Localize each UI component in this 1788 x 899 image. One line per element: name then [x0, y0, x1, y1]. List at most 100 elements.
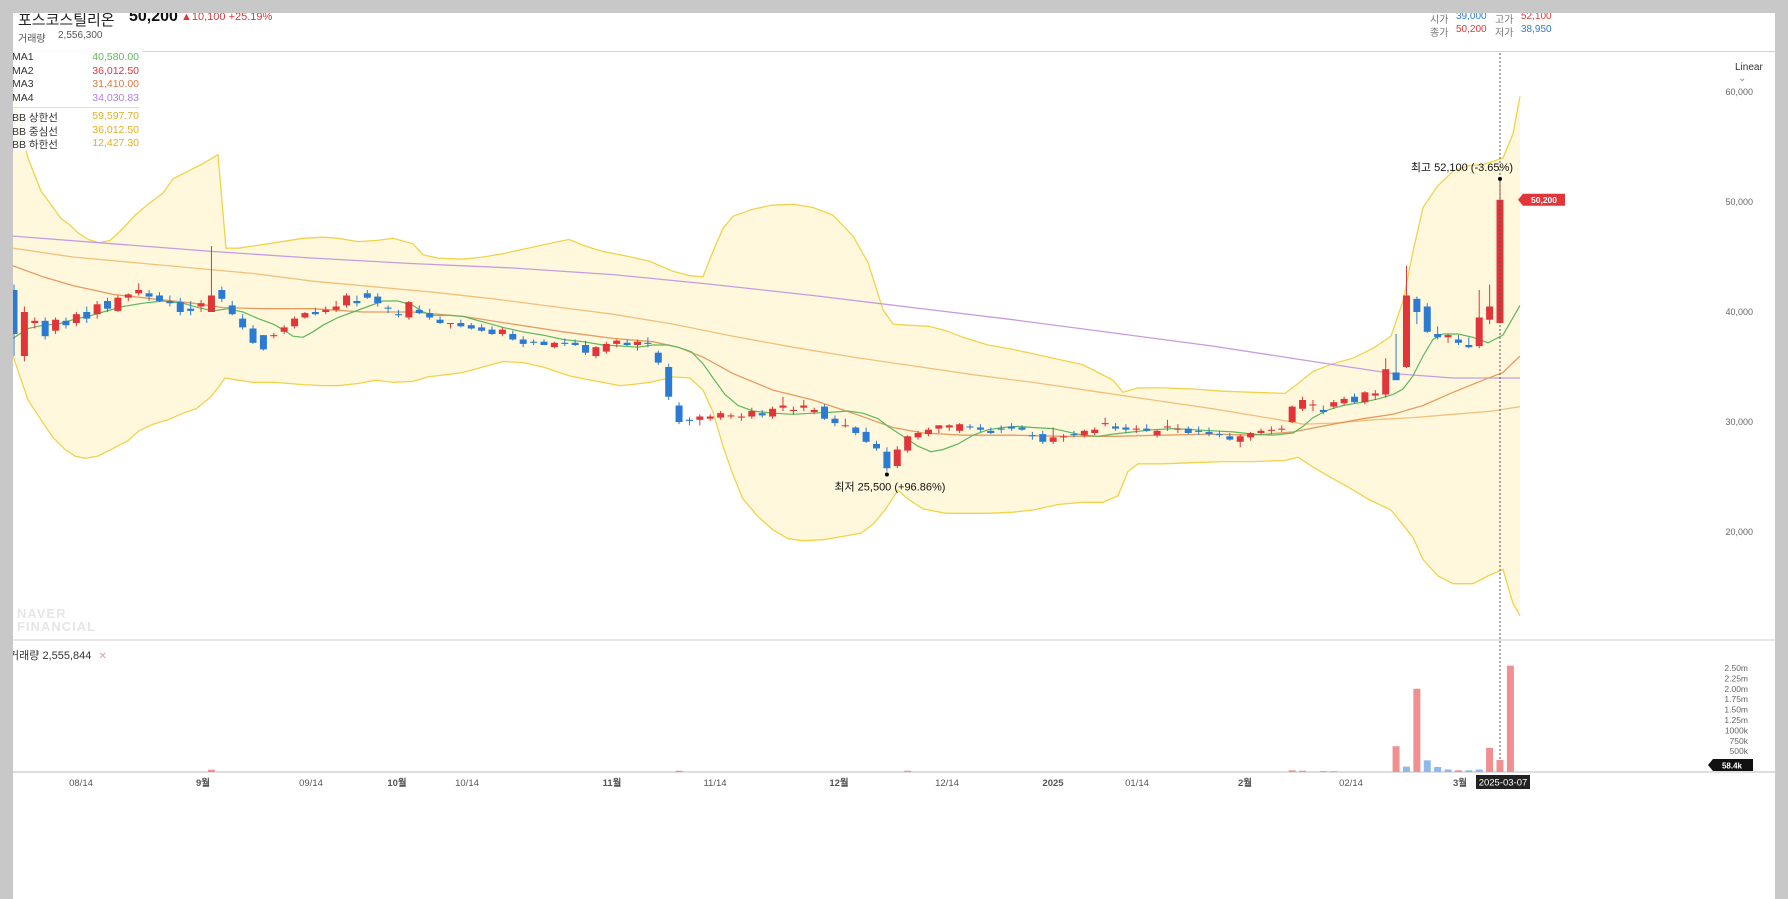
candle — [197, 303, 205, 307]
candle — [155, 295, 163, 301]
candle — [592, 347, 600, 356]
candle — [675, 405, 683, 422]
candle — [1351, 396, 1359, 403]
candle — [810, 409, 818, 413]
candle — [831, 418, 839, 424]
candle — [1278, 428, 1286, 430]
x-axis-label: 2025 — [1042, 778, 1064, 789]
candle — [841, 425, 849, 427]
candle — [519, 339, 527, 344]
chart-frame: 포스코스틸리온 50,200 ▲10,100 +25.19% 거래량 2,556… — [13, 13, 1775, 899]
volume-panel-title: 거래량 2,555,844 ✕ — [13, 647, 107, 663]
candle — [72, 314, 80, 323]
legend-bb-middle: BB 중심선 36,012.50 — [13, 123, 139, 138]
candle — [1143, 428, 1151, 431]
legend-ma2: MA2 36,012.50 — [13, 64, 139, 77]
candle — [363, 293, 371, 298]
price-tick-label: 50,000 — [1725, 197, 1753, 207]
candle — [332, 306, 340, 310]
chevron-down-icon: ⌄ — [1738, 73, 1747, 84]
candle — [124, 294, 132, 298]
price-chart[interactable]: 최고 52,100 (-3.65%) 최저 25,500 (+96.86%) 20,… — [13, 13, 1775, 899]
candle — [893, 449, 901, 466]
candle — [1028, 435, 1036, 437]
candle — [1205, 431, 1213, 435]
candle — [945, 425, 953, 428]
volume-bar — [1299, 770, 1307, 772]
candle — [1236, 436, 1244, 442]
candle — [1215, 434, 1223, 436]
candle — [1361, 392, 1369, 403]
candle — [1371, 393, 1379, 396]
candle — [1454, 339, 1462, 343]
candle — [800, 405, 808, 408]
scale-mode-dropdown[interactable]: Linear ⌄ — [1735, 62, 1775, 84]
candle — [966, 426, 974, 428]
candle — [1184, 428, 1192, 433]
volume-bar — [1496, 759, 1504, 772]
candle — [1008, 426, 1016, 429]
candle — [1247, 433, 1255, 438]
x-axis-label: 11월 — [603, 777, 622, 789]
candle — [758, 413, 766, 416]
candle — [717, 413, 725, 418]
legend-ma4: MA4 34,030.83 — [13, 91, 139, 104]
naver-financial-watermark: NAVER FINANCIAL — [17, 606, 97, 634]
candle — [322, 309, 330, 312]
candle — [602, 343, 610, 352]
volume-tick-label: 2.50m — [1724, 663, 1748, 673]
candle — [1288, 406, 1296, 422]
candle — [1091, 429, 1099, 433]
candle — [1382, 369, 1390, 395]
x-axis-label: 08/14 — [69, 778, 93, 789]
candle — [509, 334, 517, 340]
candle — [394, 314, 402, 316]
candle — [1153, 430, 1161, 436]
candle — [987, 430, 995, 433]
volume-bar — [1444, 769, 1452, 772]
current-price-tag-label: 50,200 — [1531, 195, 1557, 205]
candle — [1267, 429, 1275, 431]
price-tick-label: 20,000 — [1725, 527, 1753, 537]
volume-tick-label: 1000k — [1725, 725, 1749, 735]
candle — [1340, 398, 1348, 404]
x-axis-label: 9월 — [196, 777, 210, 789]
candle — [104, 301, 112, 309]
candle — [291, 318, 299, 327]
candle — [207, 295, 215, 312]
candle — [280, 327, 288, 332]
candle — [623, 342, 631, 345]
candle — [20, 312, 28, 356]
low-marker — [884, 472, 889, 477]
candle — [644, 342, 652, 344]
close-icon[interactable]: ✕ — [98, 651, 106, 662]
candle — [1163, 426, 1171, 428]
candle — [1299, 400, 1307, 409]
candle — [1122, 427, 1130, 430]
candle — [1132, 428, 1140, 430]
candle — [13, 290, 18, 334]
candle — [93, 304, 101, 315]
x-axis-label: 12/14 — [935, 778, 959, 789]
volume-tick-label: 500k — [1730, 746, 1749, 756]
bollinger-band-fill — [13, 92, 1520, 616]
volume-bar — [1413, 688, 1421, 772]
legend-bb-upper: BB 상한선 59,597.70 — [13, 110, 139, 124]
volume-bar — [1288, 770, 1296, 772]
candle — [343, 295, 351, 306]
candle — [727, 415, 735, 417]
volume-current-tag-label: 58.4k — [1722, 762, 1743, 771]
candle — [1174, 428, 1182, 430]
price-tick-label: 60,000 — [1725, 87, 1753, 97]
volume-bar — [1434, 767, 1442, 772]
volume-tick-label: 1.50m — [1724, 705, 1748, 715]
candle — [1413, 298, 1421, 312]
volume-tick-label: 2.25m — [1724, 673, 1748, 683]
candle — [176, 302, 184, 312]
candle — [1070, 434, 1078, 436]
legend-ma3: MA3 31,410.00 — [13, 78, 139, 90]
candle — [1018, 427, 1026, 430]
legend-ma1: MA1 40,580.00 — [13, 51, 139, 63]
candle — [852, 427, 860, 433]
candle — [1475, 317, 1483, 347]
